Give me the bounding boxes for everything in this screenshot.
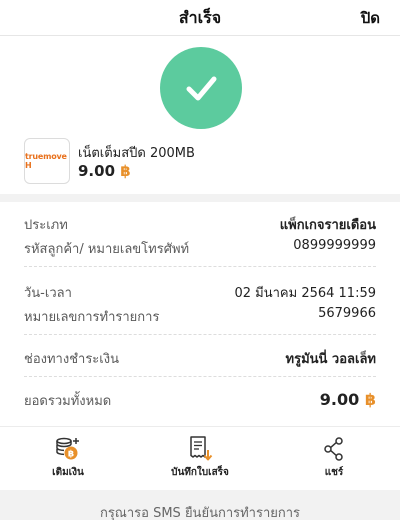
- check-icon: [186, 76, 217, 101]
- save-receipt-button[interactable]: บันทึกใบเสร็จ: [160, 435, 240, 480]
- type-value: แพ็กเกจรายเดือน: [279, 218, 376, 233]
- save-receipt-label: บันทึกใบเสร็จ: [171, 467, 229, 478]
- share-label: แชร์: [324, 467, 344, 478]
- dashed-divider: [24, 334, 376, 335]
- total-value: 9.00: [319, 390, 360, 409]
- share-button[interactable]: แชร์: [316, 435, 352, 480]
- product-summary: truemove H เน็ตเต็มสปีด 200MB 9.00 ฿: [24, 138, 376, 188]
- close-button[interactable]: ปิด: [361, 6, 380, 30]
- transaction-value: 5679966: [318, 306, 376, 321]
- page-title: สำเร็จ: [178, 8, 222, 27]
- topup-label: เติมเงิน: [52, 467, 84, 478]
- payment-channel-label: ช่องทางชำระเงิน: [24, 352, 119, 367]
- success-badge: [160, 47, 242, 129]
- baht-symbol: ฿: [120, 162, 131, 180]
- baht-symbol: ฿: [364, 390, 376, 409]
- dashed-divider: [24, 266, 376, 267]
- operator-logo: truemove H: [24, 138, 70, 184]
- topup-button[interactable]: ฿ เติมเงิน: [48, 435, 88, 480]
- total-label: ยอดรวมทั้งหมด: [24, 394, 112, 409]
- product-price: 9.00 ฿: [78, 162, 131, 180]
- phone-label: รหัสลูกค้า/ หมายเลขโทรศัพท์: [24, 242, 190, 257]
- total-amount: 9.00 ฿: [320, 390, 376, 409]
- type-label: ประเภท: [24, 218, 68, 233]
- coins-plus-icon: ฿: [56, 437, 79, 460]
- payment-channel-value: ทรูมันนี่ วอลเล็ท: [285, 352, 376, 367]
- receipt-download-icon: [190, 436, 213, 461]
- sms-notice-text: กรุณารอ SMS ยืนยันการทำรายการ: [99, 506, 301, 520]
- header: สำเร็จ ปิด: [0, 0, 400, 36]
- dashed-divider: [24, 376, 376, 377]
- operator-logo-text: truemove H: [25, 152, 67, 170]
- datetime-value: 02 มีนาคม 2564 11:59: [234, 286, 376, 301]
- product-name: เน็ตเต็มสปีด 200MB: [78, 146, 195, 161]
- product-price-value: 9.00: [78, 162, 116, 180]
- action-bar: ฿ เติมเงิน บันทึกใบเสร็จ แชร์: [0, 426, 400, 488]
- datetime-label: วัน-เวลา: [24, 286, 72, 301]
- sms-notice: กรุณารอ SMS ยืนยันการทำรายการ: [0, 490, 400, 520]
- section-divider: [0, 194, 400, 202]
- share-icon: [324, 437, 343, 461]
- transaction-label: หมายเลขการทำรายการ: [24, 310, 160, 325]
- svg-text:฿: ฿: [68, 450, 74, 460]
- phone-value: 0899999999: [293, 238, 376, 253]
